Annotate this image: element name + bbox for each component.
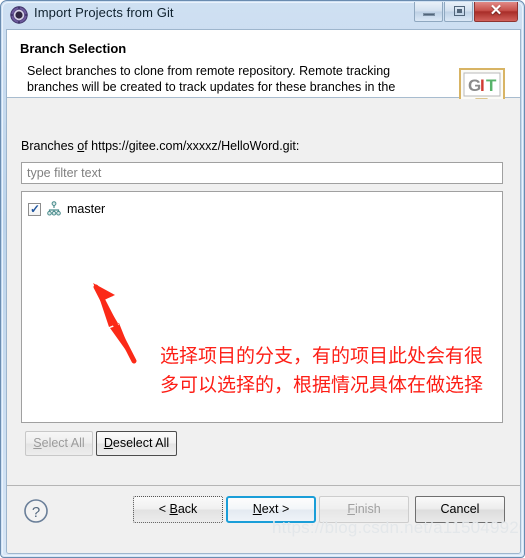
- svg-text:?: ?: [32, 504, 40, 521]
- back-button[interactable]: < Back: [133, 496, 223, 523]
- back-label: ack: [177, 502, 198, 516]
- git-branch-icon: [46, 201, 62, 217]
- next-mnemonic: N: [252, 502, 262, 516]
- next-button[interactable]: Next >: [226, 496, 316, 523]
- next-label: ext: [261, 502, 279, 516]
- branches-label: Branches of https://gitee.com/xxxxz/Hell…: [21, 139, 299, 153]
- title-bar[interactable]: Import Projects from Git ✕: [1, 1, 525, 29]
- minimize-button[interactable]: [414, 2, 443, 22]
- checkmark-icon: ✓: [30, 201, 41, 216]
- deselect-all-label: eselect All: [112, 436, 170, 450]
- branch-checkbox[interactable]: ✓: [28, 201, 41, 216]
- wizard-header: Branch Selection Select branches to clon…: [7, 30, 520, 120]
- branches-label-prefix: Branches: [21, 139, 78, 153]
- select-all-button[interactable]: Select All: [25, 431, 93, 456]
- next-suffix: >: [278, 502, 290, 516]
- filter-input[interactable]: [21, 162, 503, 184]
- deselect-all-mnemonic: D: [103, 436, 113, 450]
- wizard-body: Branches of https://gitee.com/xxxxz/Hell…: [7, 99, 520, 484]
- page-description: Select branches to clone from remote rep…: [27, 64, 396, 94]
- list-item[interactable]: ✓ master: [28, 200, 105, 218]
- svg-text:T: T: [486, 76, 497, 95]
- cancel-button[interactable]: Cancel: [415, 496, 505, 523]
- help-question-icon[interactable]: ?: [23, 498, 49, 524]
- finish-button[interactable]: Finish: [319, 496, 409, 523]
- maximize-button[interactable]: [444, 2, 473, 22]
- branches-label-suffix: f https://gitee.com/xxxxz/HelloWord.git:: [84, 139, 300, 153]
- back-prefix: <: [158, 502, 170, 516]
- svg-text:I: I: [480, 76, 485, 95]
- back-mnemonic: B: [169, 502, 178, 516]
- close-button[interactable]: ✕: [474, 2, 518, 22]
- select-all-mnemonic: S: [33, 436, 42, 450]
- finish-mnemonic: F: [347, 502, 355, 516]
- select-all-label: elect All: [41, 436, 85, 450]
- page-title: Branch Selection: [20, 41, 127, 56]
- eclipse-import-icon: [10, 6, 28, 24]
- maximize-icon: [454, 6, 465, 16]
- window-title: Import Projects from Git: [34, 5, 174, 20]
- branch-list[interactable]: ✓ master: [21, 191, 503, 423]
- deselect-all-button[interactable]: Deselect All: [96, 431, 177, 456]
- finish-label: inish: [354, 502, 381, 516]
- dialog-client-area: Branch Selection Select branches to clon…: [6, 29, 521, 554]
- dialog-button-bar: ? < Back Next > Finish Cancel https://bl…: [7, 485, 520, 553]
- branch-name: master: [67, 202, 106, 216]
- close-icon: ✕: [489, 2, 503, 19]
- dialog-window: Import Projects from Git ✕ Branch Select…: [0, 0, 525, 558]
- minimize-icon: [423, 13, 435, 16]
- cancel-label: Cancel: [440, 502, 480, 516]
